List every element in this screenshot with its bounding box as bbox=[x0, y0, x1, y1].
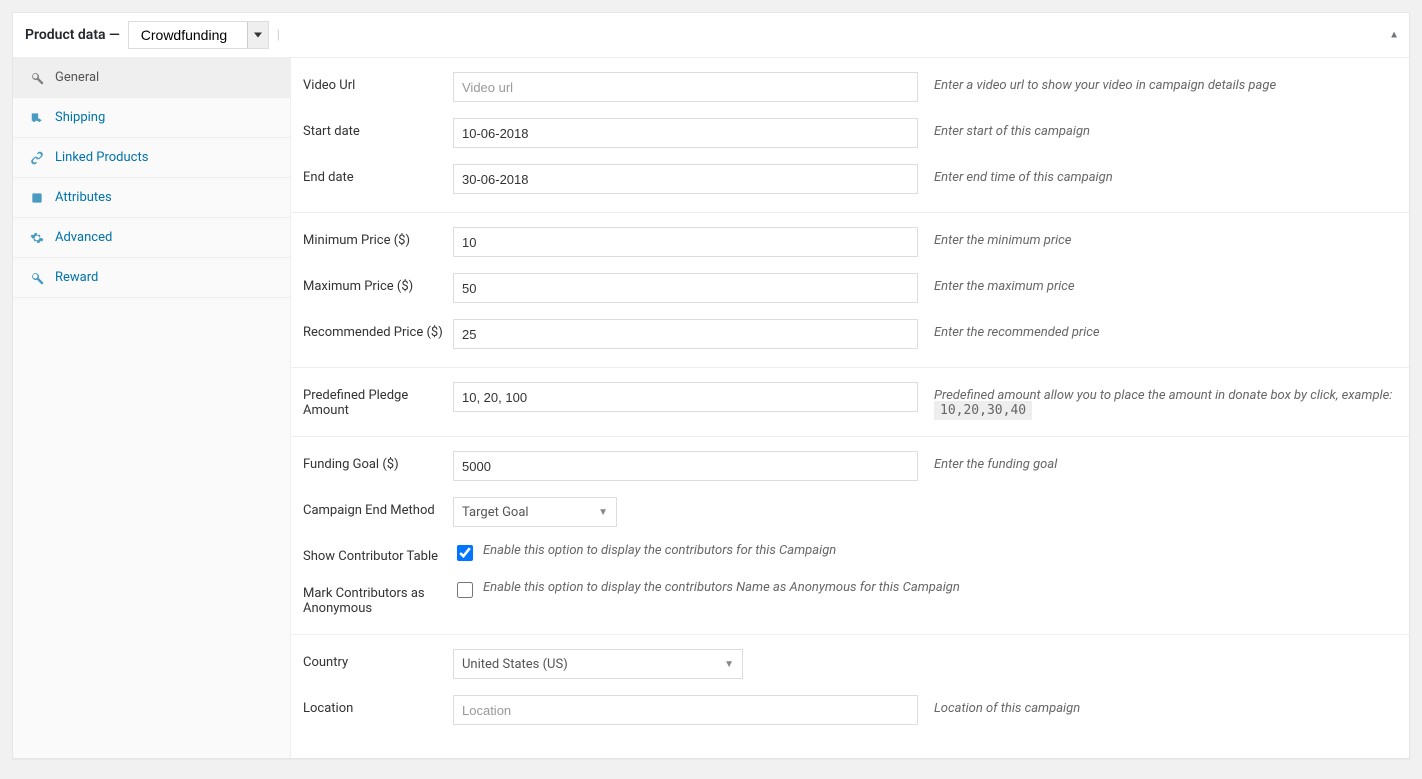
hint-rec-price: Enter the recommended price bbox=[918, 319, 1397, 340]
tab-label: Advanced bbox=[55, 230, 112, 245]
row-rec-price: Recommended Price ($) Enter the recommen… bbox=[291, 309, 1409, 355]
group-location: Country United States (US) ▼ Location Lo… bbox=[291, 635, 1409, 743]
hint-max-price: Enter the maximum price bbox=[918, 273, 1397, 294]
tab-label: Reward bbox=[55, 270, 98, 285]
row-end-method: Campaign End Method Target Goal ▼ bbox=[291, 487, 1409, 533]
hint-min-price: Enter the minimum price bbox=[918, 227, 1397, 248]
label-country: Country bbox=[303, 649, 453, 670]
label-end-date: End date bbox=[303, 164, 453, 185]
gear-icon bbox=[29, 231, 45, 245]
tab-label: General bbox=[55, 70, 99, 85]
link-icon bbox=[29, 151, 45, 165]
label-show-contrib: Show Contributor Table bbox=[303, 543, 453, 564]
product-type-select-wrap: Crowdfunding bbox=[128, 21, 269, 49]
row-anon: Mark Contributors as Anonymous Enable th… bbox=[291, 570, 1409, 622]
input-rec-price[interactable] bbox=[453, 319, 918, 349]
row-start-date: Start date Enter start of this campaign bbox=[291, 108, 1409, 154]
hint-goal: Enter the funding goal bbox=[918, 451, 1397, 472]
tab-general[interactable]: General bbox=[13, 58, 290, 98]
wrench-icon bbox=[29, 271, 45, 285]
chevron-down-icon: ▼ bbox=[598, 507, 608, 518]
group-pledge: Predefined Pledge Amount Predefined amou… bbox=[291, 368, 1409, 437]
tab-label: Attributes bbox=[55, 190, 112, 205]
input-video-url[interactable] bbox=[453, 72, 918, 102]
input-min-price[interactable] bbox=[453, 227, 918, 257]
select-end-method[interactable]: Target Goal ▼ bbox=[453, 497, 617, 527]
hint-end-date: Enter end time of this campaign bbox=[918, 164, 1397, 185]
row-location: Location Location of this campaign bbox=[291, 685, 1409, 731]
header-separator: | bbox=[277, 28, 280, 43]
tabs-sidebar: General Shipping Linked Products Attributes… bbox=[13, 58, 291, 758]
hint-video-url: Enter a video url to show your video in … bbox=[918, 72, 1397, 93]
group-goal: Funding Goal ($) Enter the funding goal … bbox=[291, 437, 1409, 635]
collapse-toggle-icon[interactable]: ▲ bbox=[1389, 30, 1399, 41]
hint-show-contrib: Enable this option to display the contri… bbox=[483, 543, 836, 558]
tab-linked[interactable]: Linked Products bbox=[13, 138, 290, 178]
hint-location: Location of this campaign bbox=[918, 695, 1397, 716]
label-location: Location bbox=[303, 695, 453, 716]
hint-pledge-code: 10,20,30,40 bbox=[934, 401, 1032, 420]
select-end-method-value: Target Goal bbox=[462, 505, 529, 520]
label-goal: Funding Goal ($) bbox=[303, 451, 453, 472]
product-data-panel: Product data — Crowdfunding | ▲ General S… bbox=[12, 12, 1410, 759]
wrench-icon bbox=[29, 71, 45, 85]
checkbox-anon[interactable] bbox=[457, 582, 473, 598]
group-video-dates: Video Url Enter a video url to show your… bbox=[291, 58, 1409, 213]
row-end-date: End date Enter end time of this campaign bbox=[291, 154, 1409, 200]
select-country[interactable]: United States (US) ▼ bbox=[453, 649, 743, 679]
square-icon bbox=[29, 191, 45, 205]
label-rec-price: Recommended Price ($) bbox=[303, 319, 453, 340]
panel-title: Product data — bbox=[25, 27, 120, 43]
panel-body: General Shipping Linked Products Attributes… bbox=[13, 58, 1409, 758]
row-video-url: Video Url Enter a video url to show your… bbox=[291, 62, 1409, 108]
group-prices: Minimum Price ($) Enter the minimum pric… bbox=[291, 213, 1409, 368]
label-start-date: Start date bbox=[303, 118, 453, 139]
tab-attributes[interactable]: Attributes bbox=[13, 178, 290, 218]
row-max-price: Maximum Price ($) Enter the maximum pric… bbox=[291, 263, 1409, 309]
tab-label: Linked Products bbox=[55, 150, 148, 165]
label-anon: Mark Contributors as Anonymous bbox=[303, 580, 453, 616]
panel-header: Product data — Crowdfunding | ▲ bbox=[13, 13, 1409, 58]
general-tab-content: Video Url Enter a video url to show your… bbox=[291, 58, 1409, 758]
hint-start-date: Enter start of this campaign bbox=[918, 118, 1397, 139]
input-goal[interactable] bbox=[453, 451, 918, 481]
input-max-price[interactable] bbox=[453, 273, 918, 303]
label-end-method: Campaign End Method bbox=[303, 497, 453, 518]
label-video-url: Video Url bbox=[303, 72, 453, 93]
truck-icon bbox=[29, 111, 45, 125]
row-country: Country United States (US) ▼ bbox=[291, 639, 1409, 685]
chevron-down-icon: ▼ bbox=[724, 659, 734, 670]
input-pledge[interactable] bbox=[453, 382, 918, 412]
tab-reward[interactable]: Reward bbox=[13, 258, 290, 298]
label-pledge: Predefined Pledge Amount bbox=[303, 382, 453, 418]
tab-advanced[interactable]: Advanced bbox=[13, 218, 290, 258]
hint-pledge: Predefined amount allow you to place the… bbox=[918, 382, 1397, 418]
select-country-value: United States (US) bbox=[462, 657, 568, 672]
row-pledge: Predefined Pledge Amount Predefined amou… bbox=[291, 372, 1409, 424]
row-goal: Funding Goal ($) Enter the funding goal bbox=[291, 441, 1409, 487]
input-location[interactable] bbox=[453, 695, 918, 725]
tab-label: Shipping bbox=[55, 110, 105, 125]
label-max-price: Maximum Price ($) bbox=[303, 273, 453, 294]
row-show-contrib: Show Contributor Table Enable this optio… bbox=[291, 533, 1409, 570]
tab-shipping[interactable]: Shipping bbox=[13, 98, 290, 138]
row-min-price: Minimum Price ($) Enter the minimum pric… bbox=[291, 217, 1409, 263]
hint-anon: Enable this option to display the contri… bbox=[483, 580, 960, 595]
input-end-date[interactable] bbox=[453, 164, 918, 194]
input-start-date[interactable] bbox=[453, 118, 918, 148]
label-min-price: Minimum Price ($) bbox=[303, 227, 453, 248]
checkbox-show-contrib[interactable] bbox=[457, 545, 473, 561]
product-type-select[interactable]: Crowdfunding bbox=[128, 21, 269, 49]
